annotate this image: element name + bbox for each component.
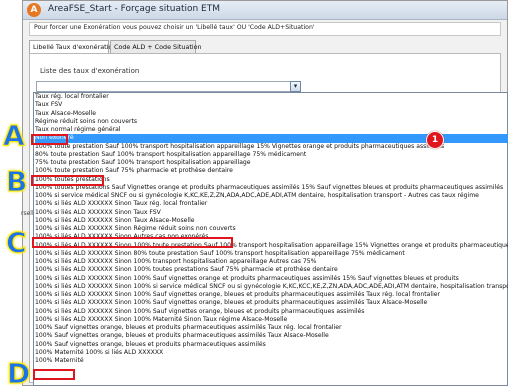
dropdown-option[interactable]: 75% toute prestation Sauf 100% transport… (35, 159, 508, 167)
annotation-letter-b: B (5, 165, 28, 198)
dropdown-option[interactable]: 100% si liés ALD XXXXXX Sinon 100% Sauf … (35, 308, 508, 316)
tab-code-ald[interactable]: Code ALD + Code Situation (110, 40, 202, 53)
dropdown-option[interactable]: 100% toutes prestations (35, 176, 508, 184)
window-title: AreaFSE_Start - Forçage situation ETM (48, 4, 221, 14)
dropdown-option[interactable]: Taux FSV (35, 101, 508, 109)
highlight-box-c (32, 237, 233, 248)
highlight-box-d (33, 369, 75, 380)
dropdown-option[interactable]: Régime réduit soins non couverts (35, 118, 508, 126)
dropdown-option[interactable]: 100% si liés ALD XXXXXX Sinon 80% toute … (35, 250, 508, 258)
dropdown-option[interactable]: 100% si liés ALD XXXXXX Sinon Taux rég. … (35, 200, 508, 208)
instruction-text: Pour forcer une Exonération vous pouvez … (34, 24, 315, 31)
dropdown-option[interactable]: 100% Maternité (35, 357, 508, 365)
highlight-box-a (31, 134, 68, 145)
annotation-letter-a: A (3, 119, 26, 152)
list-label: Liste des taux d'exonération (40, 67, 140, 75)
dropdown-option[interactable]: 100% si liés ALD XXXXXX Sinon 100% trans… (35, 258, 508, 266)
dropdown-option[interactable]: 100% toutes prestations Sauf Vignettes o… (35, 184, 508, 192)
highlight-box-b (31, 175, 104, 186)
dropdown-option[interactable]: 100% si liés ALD XXXXXX Sinon Régime réd… (35, 225, 508, 233)
annotation-letter-c: C (6, 226, 28, 259)
dropdown-option[interactable]: 100% si liés ALD XXXXXX Sinon 100% si se… (35, 283, 508, 291)
annotation-letter-d: D (6, 357, 31, 390)
dropdown-option[interactable]: 100% si service médical SNCF ou si gynéc… (35, 192, 508, 200)
exoneration-combobox[interactable] (36, 81, 301, 92)
tab-libelle-taux[interactable]: Libellé Taux d'exonération (29, 40, 116, 53)
dropdown-option[interactable]: 100% Maternité 100% si liés ALD XXXXXX (35, 349, 508, 357)
app-logo-icon: A (27, 3, 41, 17)
dropdown-option[interactable]: 100% si liés ALD XXXXXX Sinon Taux FSV (35, 209, 508, 217)
dropdown-option[interactable]: 100% si liés ALD XXXXXX Sinon 100% Sauf … (35, 291, 508, 299)
annotation-badge-1: 1 (426, 131, 444, 149)
dropdown-option[interactable]: 100% si liés ALD XXXXXX Sinon Taux Alsac… (35, 217, 508, 225)
dropdown-option[interactable]: 100% si liés ALD XXXXXX Sinon 100% Mater… (35, 316, 508, 324)
dropdown-option[interactable]: 100% si liés ALD XXXXXX Sinon 100% toute… (35, 266, 508, 274)
dropdown-option[interactable]: 100% Sauf vignettes orange, bleues et pr… (35, 332, 508, 340)
dropdown-option[interactable]: 100% toute prestation Sauf 75% pharmacie… (35, 167, 508, 175)
chevron-down-icon[interactable]: ▾ (290, 81, 301, 92)
dropdown-option[interactable]: Taux rég. local frontalier (35, 93, 508, 101)
dropdown-option[interactable]: 100% si liés ALD XXXXXX Sinon 100% Sauf … (35, 275, 508, 283)
dropdown-option[interactable]: 100% Sauf vignettes orange, bleues et pr… (35, 341, 508, 349)
dropdown-option[interactable]: 100% si liés ALD XXXXXX Sinon 100% Sauf … (35, 299, 508, 307)
dropdown-option[interactable]: 80% toute prestation Sauf 100% transport… (35, 151, 508, 159)
dropdown-option[interactable]: Taux Alsace-Moselle (35, 110, 508, 118)
dropdown-option[interactable]: 100% Sauf vignettes orange, bleues et pr… (35, 324, 508, 332)
